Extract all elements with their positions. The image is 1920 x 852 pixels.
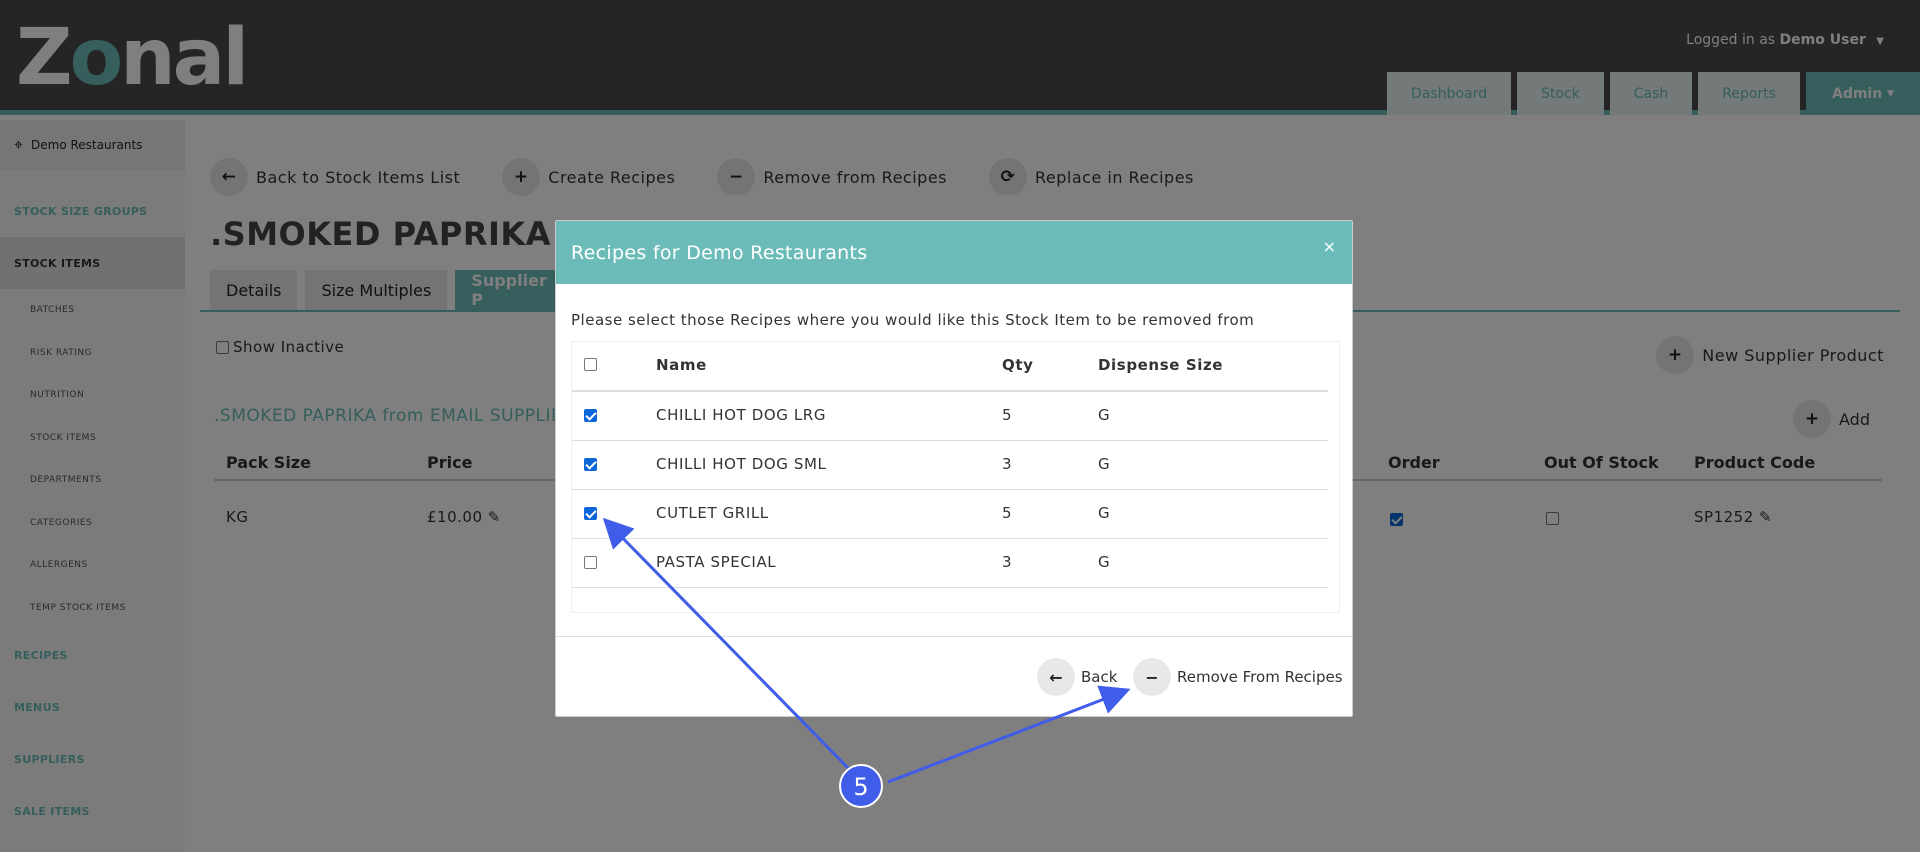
annotation-arrow-to-checkbox	[602, 517, 852, 772]
annotation-arrows: 5	[602, 517, 1131, 808]
annotation-step-number: 5	[853, 773, 868, 801]
annotation-arrow-to-remove	[887, 685, 1131, 784]
